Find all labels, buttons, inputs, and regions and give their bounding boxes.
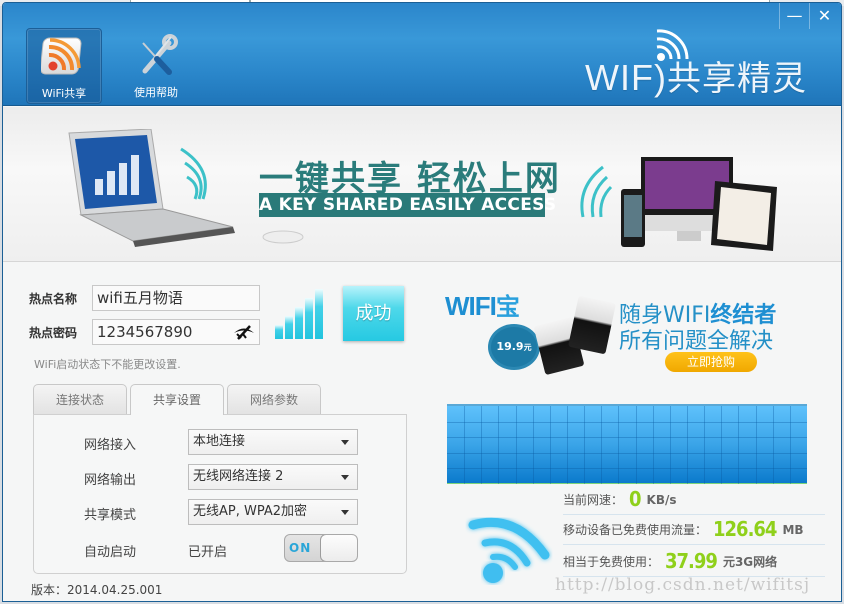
share-mode-select[interactable]: 无线AP, WPA2加密 (188, 499, 358, 525)
autostart-toggle[interactable]: ON (284, 534, 358, 562)
dropdown-arrow-icon (341, 475, 349, 480)
tab-network-params[interactable]: 网络参数 (227, 384, 321, 414)
dropdown-arrow-icon (341, 510, 349, 515)
app-logo: WIF)共享精灵 (583, 27, 823, 98)
hotspot-password-value: 1234567890 (97, 323, 193, 341)
eye-hidden-icon[interactable] (233, 324, 255, 340)
nav-help-label: 使用帮助 (134, 86, 178, 99)
minimize-button[interactable]: — (779, 3, 809, 29)
stat-current-speed: 当前网速： 0 KB/s (563, 487, 825, 515)
autostart-label: 自动启动 (84, 545, 137, 560)
tools-icon (142, 34, 178, 75)
traffic-graph (447, 404, 807, 484)
nav-wifi-share[interactable]: WiFi共享 (26, 28, 102, 104)
close-button[interactable]: ✕ (809, 3, 839, 29)
toggle-on-label: ON (289, 541, 312, 555)
ad-banner[interactable]: WIFI宝 19.9元 随身WIFI终结者 所有问题全解决 立即抢购 (443, 281, 823, 381)
network-in-value: 本地连接 (193, 434, 246, 449)
network-out-select[interactable]: 无线网络连接 2 (188, 464, 358, 490)
rss-wifi-icon (41, 37, 82, 75)
stat-saving: 相当于免费使用： 37.99 元3G网络 (563, 549, 825, 577)
network-in-select[interactable]: 本地连接 (188, 429, 358, 455)
stat-traffic-used: 移动设备已免费使用流量： 126.64 MB (563, 517, 825, 545)
nav-help[interactable]: 使用帮助 (118, 28, 194, 104)
settings-hint: WiFi启动状态下不能更改设置. (34, 358, 181, 371)
ad-headline-2: 所有问题全解决 (619, 329, 774, 354)
share-mode-label: 共享模式 (84, 508, 137, 523)
logo-text-cn: 共享精灵 (666, 60, 807, 98)
banner-slogan-en: A KEY SHARED EASILY ACCESS (259, 193, 557, 217)
hotspot-name-label: 热点名称 (29, 292, 78, 306)
share-settings-panel: 网络接入 本地连接 网络输出 无线网络连接 2 共享模式 无线AP, WPA2加… (33, 414, 407, 574)
logo-text-en: WIF (585, 57, 654, 98)
network-out-value: 无线网络连接 2 (193, 469, 284, 484)
wifi-status-icon (468, 517, 550, 583)
autostart-status: 已开启 (188, 545, 228, 560)
banner: 一键共享 轻松上网 A KEY SHARED EASILY ACCESS (3, 107, 841, 262)
usb-adapter-image (568, 295, 616, 355)
watermark: http://blog.csdn.net/wifitsj (555, 575, 811, 595)
tab-connection-status[interactable]: 连接状态 (33, 384, 127, 414)
dropdown-arrow-icon (341, 440, 349, 445)
network-out-label: 网络输出 (84, 473, 137, 488)
devices-illustration (580, 157, 777, 251)
tab-share-settings[interactable]: 共享设置 (130, 384, 224, 415)
toggle-knob (320, 535, 357, 561)
speed-value: 0 (629, 487, 641, 511)
ad-brand-logo: WIFI宝 (445, 291, 520, 321)
header-bar: WiFi共享 使用帮助 — ✕ WIF)共享精灵 (3, 3, 841, 106)
share-mode-value: 无线AP, WPA2加密 (193, 504, 308, 519)
traffic-graph-grid (447, 406, 807, 484)
ad-price-badge: 19.9元 (491, 327, 537, 367)
nav-wifi-share-label: WiFi共享 (41, 87, 87, 100)
hotspot-password-input[interactable]: 1234567890 (92, 319, 260, 345)
wifi-status-button[interactable]: 成功 (343, 286, 404, 341)
network-in-label: 网络接入 (84, 438, 137, 453)
app-window: WiFi共享 使用帮助 — ✕ WIF)共享精灵 一键共享 轻松上网 A KEY… (2, 2, 842, 602)
saving-value: 37.99 (665, 549, 718, 573)
hotspot-name-input[interactable]: wifi五月物语 (92, 285, 260, 311)
buy-now-button[interactable]: 立即抢购 (665, 352, 757, 372)
traffic-value: 126.64 (713, 517, 777, 541)
version-label: 版本：2014.04.25.001 (31, 583, 163, 597)
signal-strength-icon (275, 289, 327, 339)
hotspot-password-label: 热点密码 (29, 326, 78, 340)
